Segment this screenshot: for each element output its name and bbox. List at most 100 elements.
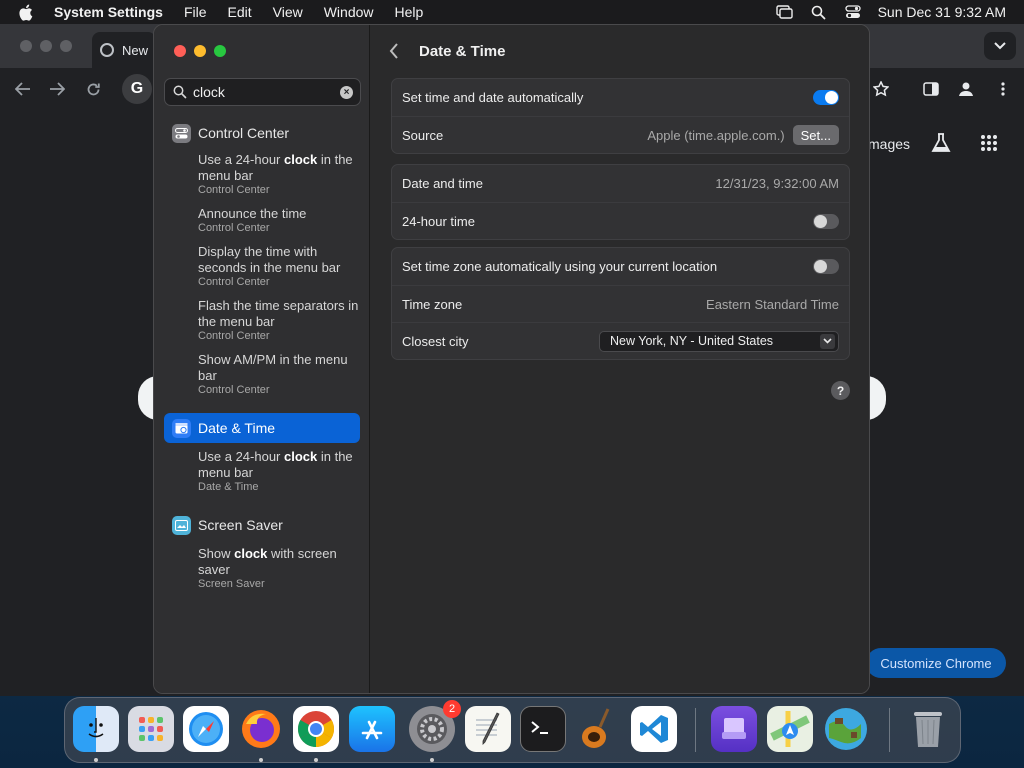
set-source-button[interactable]: Set... — [792, 125, 839, 145]
bookmark-star-icon[interactable] — [870, 78, 892, 100]
group-time-source: Set time and date automatically Source A… — [391, 78, 850, 154]
running-indicator — [430, 758, 434, 762]
row-auto-time: Set time and date automatically — [392, 79, 849, 116]
chrome-tab[interactable]: New — [92, 32, 156, 68]
launchpad-icon[interactable] — [128, 706, 174, 752]
labs-flask-icon[interactable] — [930, 132, 954, 156]
date-time-value: 12/31/23, 9:32:00 AM — [715, 176, 839, 191]
auto-time-toggle[interactable] — [813, 90, 839, 105]
menu-help[interactable]: Help — [395, 4, 424, 20]
minimize-button[interactable] — [194, 45, 206, 57]
auto-time-zone-toggle[interactable] — [813, 259, 839, 274]
closest-city-select[interactable]: New York, NY - United States — [599, 330, 839, 352]
disk-utility-icon[interactable] — [711, 706, 757, 752]
firefox-icon[interactable] — [238, 706, 284, 752]
forward-arrow-icon[interactable] — [46, 78, 68, 100]
menu-file[interactable]: File — [184, 4, 207, 20]
menu-edit[interactable]: Edit — [228, 4, 252, 20]
side-panel-icon[interactable] — [920, 78, 942, 100]
customize-chrome-button[interactable]: Customize Chrome — [866, 648, 1006, 678]
menu-bar: System Settings File Edit View Window He… — [0, 0, 1024, 24]
search-input-value[interactable]: clock — [193, 84, 225, 100]
system-settings-icon[interactable]: 2 — [409, 700, 461, 752]
search-result-item[interactable]: Flash the time separators in the menu ba… — [164, 298, 360, 343]
search-result-item[interactable]: Show clock with screen saver Screen Save… — [164, 546, 360, 591]
source-value: Apple (time.apple.com.) — [647, 127, 785, 143]
24-hour-label: 24-hour time — [402, 213, 475, 229]
screen-saver-app-icon — [172, 515, 191, 535]
group-date-time: Date and time 12/31/23, 9:32:00 AM 24-ho… — [391, 164, 850, 240]
back-arrow-icon[interactable] — [12, 78, 34, 100]
search-icon — [173, 85, 187, 99]
menu-app-name[interactable]: System Settings — [54, 4, 163, 20]
menu-window[interactable]: Window — [324, 4, 374, 20]
apple-menu-icon[interactable] — [18, 4, 40, 21]
menu-view[interactable]: View — [273, 4, 303, 20]
vscode-icon[interactable] — [631, 706, 677, 752]
chrome-close-button[interactable] — [20, 40, 32, 52]
notification-badge: 2 — [443, 700, 461, 718]
textedit-icon[interactable] — [465, 706, 511, 752]
time-zone-value: Eastern Standard Time — [706, 296, 839, 312]
settings-content: Date & Time Set time and date automatica… — [371, 25, 869, 693]
menu-clock[interactable]: Sun Dec 31 9:32 AM — [878, 4, 1006, 20]
sidebar-section-title: Date & Time — [198, 420, 276, 436]
date-time-app-icon — [172, 418, 191, 438]
group-time-zone: Set time zone automatically using your c… — [391, 247, 850, 360]
chrome-minimize-button[interactable] — [40, 40, 52, 52]
trash-icon[interactable] — [905, 706, 951, 752]
auto-time-zone-label: Set time zone automatically using your c… — [402, 259, 718, 274]
maps-icon[interactable] — [767, 706, 813, 752]
search-result-item[interactable]: Announce the time Control Center — [164, 206, 360, 235]
spotlight-search-icon[interactable] — [810, 3, 828, 21]
search-result-item[interactable]: Use a 24-hour clock in the menu bar Date… — [164, 449, 360, 494]
app-store-icon[interactable] — [349, 706, 395, 752]
chrome-zoom-button[interactable] — [60, 40, 72, 52]
close-button[interactable] — [174, 45, 186, 57]
help-button[interactable]: ? — [831, 381, 850, 400]
sidebar-section-title: Control Center — [198, 125, 290, 141]
terminal-icon[interactable] — [520, 706, 566, 752]
search-result-item[interactable]: Show AM/PM in the menu bar Control Cente… — [164, 352, 360, 397]
profile-icon[interactable] — [955, 78, 977, 100]
control-center-icon[interactable] — [844, 3, 862, 21]
closest-city-label: Closest city — [402, 333, 469, 349]
settings-search-field[interactable]: clock × — [164, 78, 361, 106]
back-chevron-icon[interactable] — [389, 43, 403, 61]
chrome-icon[interactable] — [293, 706, 339, 752]
row-closest-city: Closest city New York, NY - United State… — [392, 322, 849, 359]
reload-icon[interactable] — [82, 78, 104, 100]
garageband-icon[interactable] — [575, 706, 621, 752]
screen-mirroring-icon[interactable] — [776, 3, 794, 21]
dock-separator — [695, 708, 696, 752]
row-auto-time-zone: Set time zone automatically using your c… — [392, 248, 849, 285]
more-menu-icon[interactable] — [992, 78, 1014, 100]
safari-icon[interactable] — [183, 706, 229, 752]
sidebar-item-control-center[interactable]: Control Center — [164, 118, 360, 148]
clear-search-icon[interactable]: × — [340, 86, 353, 99]
minecraft-icon[interactable] — [823, 706, 869, 752]
date-time-label: Date and time — [402, 176, 483, 191]
tab-search-button[interactable] — [984, 32, 1016, 60]
finder-icon[interactable] — [73, 706, 119, 752]
dock-separator — [889, 708, 890, 752]
24-hour-toggle[interactable] — [813, 213, 839, 229]
result-text: Announce the time — [198, 206, 307, 221]
zoom-button[interactable] — [214, 45, 226, 57]
google-apps-grid-icon[interactable] — [980, 134, 1000, 154]
sidebar-item-screen-saver[interactable]: Screen Saver — [164, 510, 360, 540]
result-match: clock — [284, 152, 318, 167]
result-source: Control Center — [198, 384, 270, 396]
search-result-item[interactable]: Use a 24-hour clock in the menu bar Cont… — [164, 152, 360, 197]
running-indicator — [94, 758, 98, 762]
sidebar-item-date-time[interactable]: Date & Time — [164, 413, 360, 443]
search-result-item[interactable]: Display the time with seconds in the men… — [164, 244, 360, 289]
running-indicator — [314, 758, 318, 762]
result-source: Date & Time — [198, 481, 259, 493]
auto-time-label: Set time and date automatically — [402, 90, 584, 105]
images-link[interactable]: mages — [868, 136, 910, 152]
result-source: Control Center — [198, 276, 270, 288]
sidebar-section-control-center: Control Center Use a 24-hour clock in th… — [164, 118, 360, 397]
result-match: clock — [234, 546, 268, 561]
google-icon[interactable]: G — [122, 74, 152, 104]
